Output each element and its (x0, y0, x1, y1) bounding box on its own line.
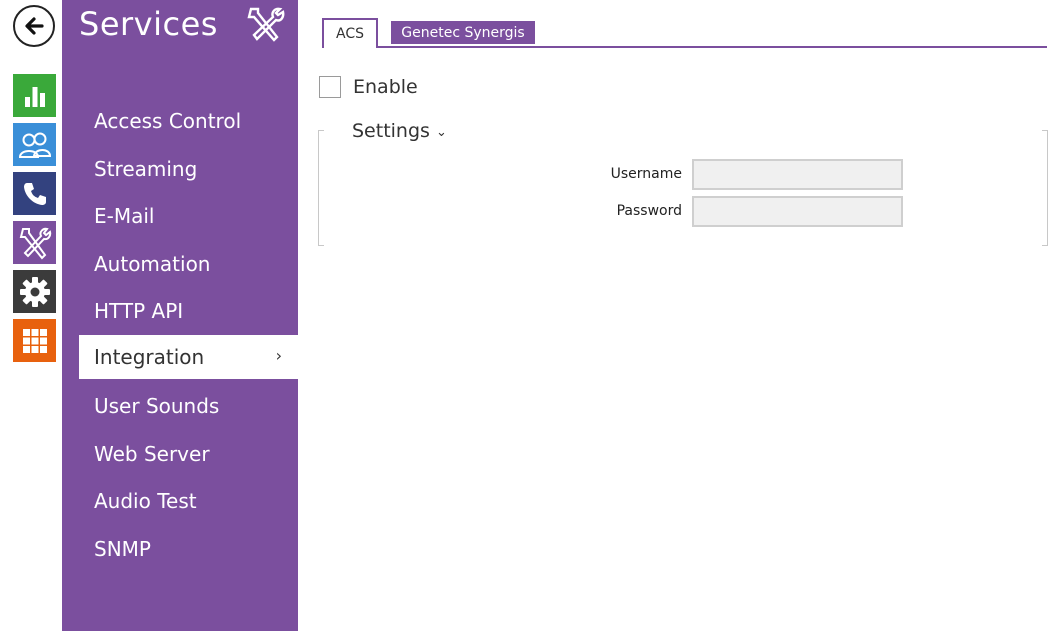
sidebar-item-label: Web Server (94, 442, 210, 466)
bar-chart-icon (24, 86, 45, 107)
arrow-left-icon (25, 17, 44, 35)
enable-checkbox[interactable] (319, 76, 341, 98)
sidebar-item-integration[interactable]: Integration › (79, 335, 298, 379)
sidebar-item-audio-test[interactable]: Audio Test (79, 479, 298, 523)
directory-nav-button[interactable] (13, 123, 56, 166)
sidebar-item-access-control[interactable]: Access Control (79, 99, 298, 143)
enable-label: Enable (353, 76, 418, 98)
tools-icon (19, 227, 51, 259)
icon-rail (0, 0, 62, 631)
sidebar-item-automation[interactable]: Automation (79, 242, 298, 286)
username-label: Username (610, 166, 682, 182)
sidebar-item-web-server[interactable]: Web Server (79, 432, 298, 476)
tab-bar: ACS Genetec Synergis (322, 18, 1047, 48)
enable-row: Enable (319, 76, 418, 98)
sidebar-item-label: HTTP API (94, 299, 184, 323)
chevron-down-icon: ⌄ (435, 124, 447, 140)
gear-icon (19, 276, 50, 307)
sidebar-item-email[interactable]: E-Mail (79, 194, 298, 238)
sidebar-item-streaming[interactable]: Streaming (79, 147, 298, 191)
services-sidebar: Services Access Control Streaming E-Mail… (62, 0, 298, 631)
password-label: Password (616, 203, 682, 219)
sidebar-item-label: Access Control (94, 109, 242, 133)
sidebar-item-snmp[interactable]: SNMP (79, 527, 298, 571)
sidebar-item-label: SNMP (94, 537, 151, 561)
settings-legend-label: Settings (352, 120, 430, 142)
sidebar-item-label: Streaming (94, 157, 198, 181)
settings-toggle[interactable]: Settings ⌄ (352, 120, 451, 142)
sidebar-item-label: User Sounds (94, 394, 220, 418)
tools-icon (247, 7, 285, 42)
password-input[interactable] (692, 196, 903, 227)
calls-nav-button[interactable] (13, 172, 56, 215)
sidebar-item-label: Integration (94, 345, 205, 369)
sidebar-item-http-api[interactable]: HTTP API (79, 289, 298, 333)
sidebar-item-label: Audio Test (94, 489, 197, 513)
chevron-right-icon: › (275, 346, 282, 365)
users-icon (18, 132, 51, 158)
phone-icon (23, 182, 46, 205)
system-nav-button[interactable] (13, 319, 56, 362)
fieldset-border-right (1042, 130, 1048, 246)
password-row: Password (318, 196, 918, 228)
services-nav-button[interactable] (13, 221, 56, 264)
username-input[interactable] (692, 159, 903, 190)
tab-genetec-synergis[interactable]: Genetec Synergis (391, 21, 535, 44)
sidebar-title: Services (79, 5, 218, 43)
sidebar-item-label: E-Mail (94, 204, 155, 228)
hardware-nav-button[interactable] (13, 270, 56, 313)
grid-icon (22, 328, 47, 353)
settings-fieldset: Settings ⌄ Username Password (318, 120, 1048, 246)
status-nav-button[interactable] (13, 74, 56, 117)
sidebar-item-label: Automation (94, 252, 211, 276)
back-button[interactable] (13, 5, 55, 47)
tab-acs[interactable]: ACS (322, 18, 378, 48)
sidebar-item-user-sounds[interactable]: User Sounds (79, 384, 298, 428)
username-row: Username (318, 159, 918, 191)
